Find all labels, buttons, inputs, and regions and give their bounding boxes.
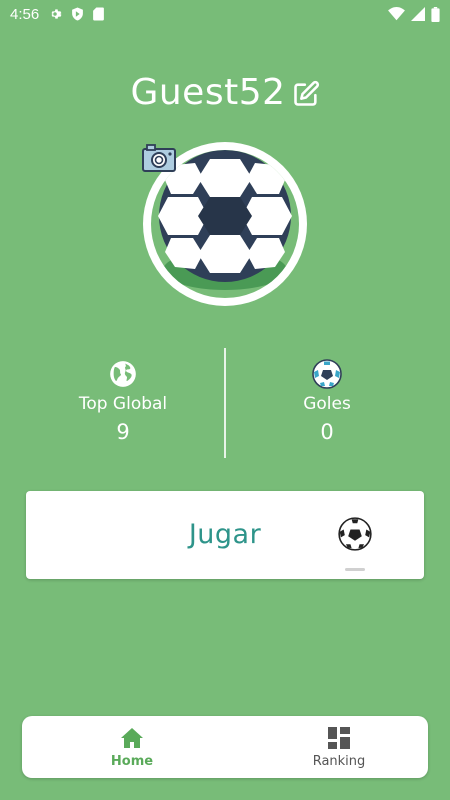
battery-icon — [431, 6, 440, 22]
dashboard-icon — [214, 726, 450, 750]
soccer-ball-icon — [227, 358, 427, 390]
username: Guest52 — [130, 72, 286, 113]
edit-icon[interactable] — [292, 80, 320, 108]
soccer-ball-icon — [338, 517, 372, 556]
camera-icon[interactable] — [141, 143, 177, 178]
stats-panel: Top Global 9 Goles 0 — [0, 348, 450, 458]
globe-icon — [23, 358, 223, 390]
status-time: 4:56 — [10, 5, 40, 23]
stat-top-global-value: 9 — [116, 420, 130, 444]
nav-home-label: Home — [110, 754, 154, 769]
play-indicator — [345, 568, 365, 571]
shield-icon — [71, 7, 84, 21]
nav-ranking-label: Ranking — [312, 754, 366, 769]
status-left: 4:56 — [10, 5, 105, 23]
wifi-icon — [388, 7, 405, 21]
stats-divider — [224, 348, 226, 458]
username-row: Guest52 — [0, 72, 450, 113]
settings-icon — [48, 7, 62, 21]
status-bar: 4:56 — [0, 0, 450, 28]
stat-goals-value: 0 — [320, 420, 334, 444]
signal-icon — [411, 7, 425, 21]
stat-goals-label: Goles — [303, 394, 351, 414]
nav-ranking[interactable]: Ranking — [214, 726, 450, 769]
nav-home[interactable]: Home — [30, 726, 234, 769]
home-icon — [30, 726, 234, 750]
bottom-nav: Home Ranking — [22, 716, 428, 778]
status-right — [388, 6, 440, 22]
stat-top-global: Top Global 9 — [23, 358, 223, 444]
play-button[interactable]: Jugar — [26, 491, 424, 579]
stat-top-global-label: Top Global — [78, 394, 168, 414]
sd-card-icon — [93, 7, 105, 21]
stat-goals: Goles 0 — [227, 358, 427, 444]
